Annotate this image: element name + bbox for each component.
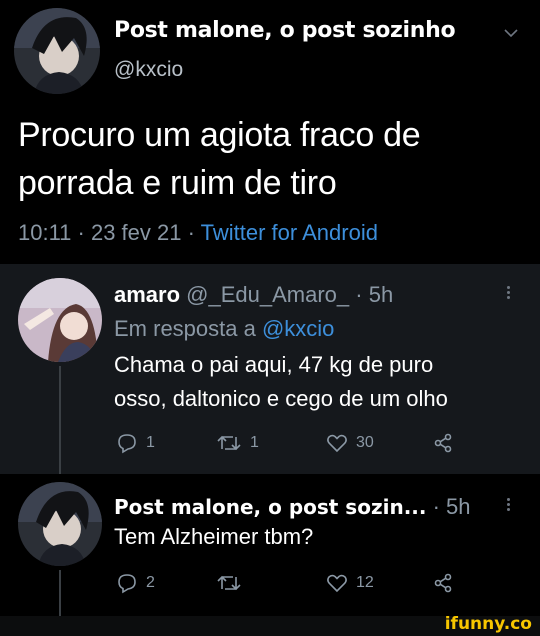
reply1-reply-count: 1	[146, 434, 155, 451]
more-options-icon-2[interactable]	[507, 496, 510, 513]
reply1-text-line2: osso, daltonico e cego de um olho	[114, 386, 448, 411]
main-tweet-text-line2: porrada e ruim de tiro	[18, 164, 337, 202]
reply2-author-avatar[interactable]	[18, 482, 102, 566]
reply1-like-button[interactable]: 30	[326, 432, 374, 454]
share-icon	[434, 573, 452, 593]
reply1-retweet-button[interactable]: 1	[216, 432, 259, 454]
reply1-text-line1: Chama o pai aqui, 47 kg de puro	[114, 352, 434, 377]
reply-icon	[118, 434, 136, 454]
heart-icon	[327, 574, 347, 593]
main-author-handle[interactable]: @kxcio	[114, 58, 183, 82]
heart-icon	[327, 434, 347, 453]
reply2-header: Post malone, o post sozin... · 5h	[114, 494, 471, 520]
retweet-icon	[217, 575, 241, 591]
reply1-retweet-count: 1	[250, 434, 259, 451]
reply2-like-count: 12	[356, 574, 374, 591]
reply1-author-name[interactable]: amaro	[114, 282, 180, 307]
retweet-icon	[217, 435, 241, 451]
more-options-icon[interactable]	[507, 284, 510, 301]
reply1-author-avatar[interactable]	[18, 278, 102, 362]
thread-connector-line	[59, 366, 61, 474]
reply2-reply-button[interactable]: 2	[116, 572, 155, 594]
reply1-share-button[interactable]	[432, 432, 454, 454]
chevron-down-icon[interactable]	[503, 26, 519, 44]
reply2-like-button[interactable]: 12	[326, 572, 374, 594]
ifunny-watermark-text: ifunny.co	[444, 614, 532, 634]
reply1-header: amaro @_Edu_Amaro_ · 5h	[114, 282, 393, 308]
thread-connector-line-2	[59, 570, 61, 622]
reply2-retweet-button[interactable]	[216, 572, 250, 594]
reply2-text: Tem Alzheimer tbm?	[114, 524, 314, 549]
reply-prefix: Em resposta a	[114, 316, 262, 341]
reply2-author-name[interactable]: Post malone, o post sozin...	[114, 495, 426, 519]
tweet-source-link[interactable]: Twitter for Android	[201, 220, 378, 245]
main-author-name[interactable]: Post malone, o post sozinho	[114, 18, 456, 43]
reply1-reply-button[interactable]: 1	[116, 432, 155, 454]
reply1-meta: @_Edu_Amaro_ · 5h	[186, 282, 394, 307]
reply2-meta: · 5h	[432, 494, 471, 519]
reply2-share-button[interactable]	[432, 572, 454, 594]
reply1-in-reply-to: Em resposta a @kxcio	[114, 316, 334, 342]
share-icon	[434, 433, 452, 453]
main-tweet-text-line1: Procuro um agiota fraco de	[18, 116, 421, 154]
reply2-reply-count: 2	[146, 574, 155, 591]
reply1-like-count: 30	[356, 434, 374, 451]
main-tweet-meta: 10:11 · 23 fev 21 · Twitter for Android	[18, 220, 378, 246]
reply-to-handle-link[interactable]: @kxcio	[262, 316, 334, 341]
reply-icon	[118, 574, 136, 594]
main-author-avatar[interactable]	[14, 8, 100, 94]
tweet-timestamp: 10:11 · 23 fev 21 ·	[18, 220, 201, 245]
